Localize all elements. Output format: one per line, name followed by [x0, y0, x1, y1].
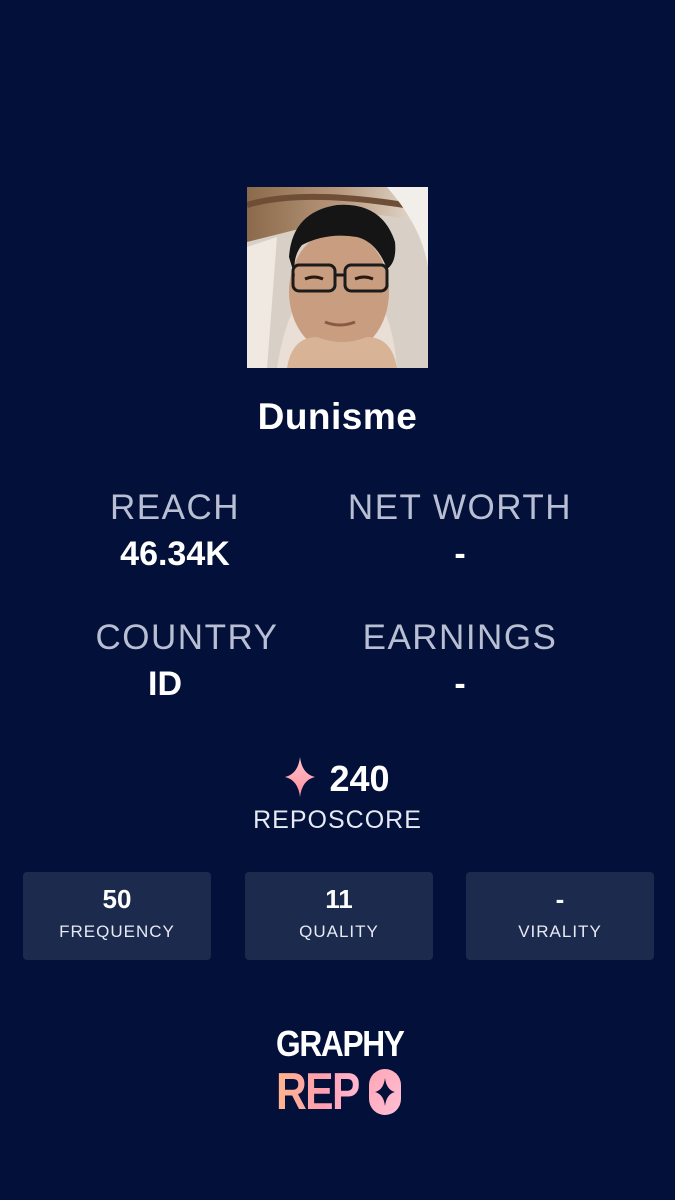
logo-repo-text: REP — [276, 1063, 360, 1121]
stat-net-worth-value: - — [454, 535, 466, 573]
metric-frequency-value: 50 — [102, 884, 132, 914]
stat-earnings: EARNINGS - — [345, 618, 575, 704]
graphyrepo-logo: GRAPHY REP — [276, 1023, 405, 1119]
sparkle-icon — [285, 757, 316, 797]
metric-frequency-label: FREQUENCY — [59, 922, 175, 941]
stat-country-label: COUNTRY — [95, 618, 279, 657]
stat-country-value: ID — [148, 665, 182, 703]
profile-username: Dunisme — [257, 396, 418, 437]
metric-card-quality: 11 QUALITY — [245, 872, 433, 960]
stat-earnings-value: - — [454, 665, 466, 703]
metric-quality-label: QUALITY — [299, 922, 379, 941]
reposcore-value: 240 — [329, 758, 390, 799]
logo-line-graphy: GRAPHY — [276, 1023, 405, 1064]
metric-card-virality: - VIRALITY — [466, 872, 654, 960]
metric-virality-label: VIRALITY — [518, 922, 602, 941]
stat-country: COUNTRY ID — [80, 618, 294, 704]
logo-o-sparkle-icon — [369, 1069, 401, 1115]
reposcore-row: 240 — [0, 756, 675, 802]
metric-card-frequency: 50 FREQUENCY — [23, 872, 211, 960]
stat-reach-value: 46.34K — [120, 535, 230, 573]
stat-reach-label: REACH — [109, 488, 241, 527]
metric-virality-value: - — [555, 884, 565, 914]
stat-net-worth-label: NET WORTH — [347, 488, 573, 527]
logo-line-repo: REP — [276, 1066, 402, 1118]
stat-earnings-label: EARNINGS — [362, 618, 558, 657]
reposcore-label: REPOSCORE — [253, 806, 422, 834]
profile-avatar — [247, 187, 428, 368]
stat-net-worth: NET WORTH - — [325, 488, 595, 574]
metric-quality-value: 11 — [325, 884, 353, 914]
stat-reach: REACH 46.34K — [95, 488, 255, 574]
